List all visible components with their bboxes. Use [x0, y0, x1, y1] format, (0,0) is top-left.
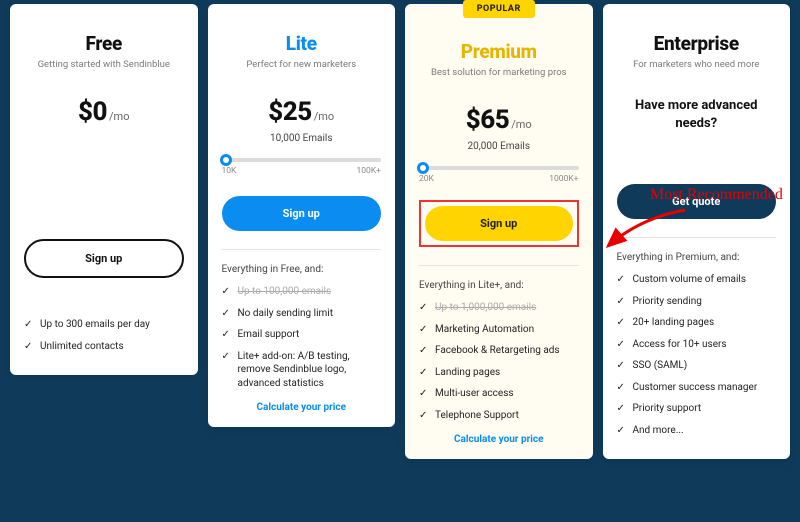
- plan-title: Premium: [419, 40, 579, 63]
- spacer: [24, 127, 184, 219]
- annotation-arrow-icon: [600, 208, 690, 258]
- feature-list: Up to 100,000 emails No daily sending li…: [222, 285, 382, 390]
- email-slider[interactable]: 10K 100K+: [222, 158, 382, 176]
- feature-item: Up to 300 emails per day: [24, 318, 184, 332]
- slider-max: 1000K+: [549, 174, 578, 184]
- feature-item: No daily sending limit: [222, 307, 382, 321]
- slider-labels: 20K 1000K+: [419, 174, 579, 184]
- feature-item: Priority sending: [617, 295, 777, 309]
- plan-subtitle: For marketers who need more: [617, 59, 777, 71]
- email-count: 10,000 Emails: [222, 133, 382, 144]
- price-row: $0/mo: [24, 97, 184, 127]
- email-slider[interactable]: 20K 1000K+: [419, 166, 579, 184]
- price-amount: $65: [466, 105, 509, 135]
- highlight-box: Sign up: [419, 200, 579, 247]
- feature-item: Custom volume of emails: [617, 273, 777, 287]
- plan-card-premium: POPULAR Premium Best solution for market…: [405, 4, 593, 459]
- feature-item: Marketing Automation: [419, 323, 579, 337]
- slider-thumb[interactable]: [417, 162, 429, 174]
- price-period: /mo: [314, 110, 334, 123]
- price-row: $65/mo: [419, 105, 579, 135]
- plan-title: Lite: [222, 32, 382, 55]
- feature-item-struck: Up to 1,000,000 emails: [419, 301, 579, 315]
- spacer: [617, 132, 777, 138]
- feature-item: Multi-user access: [419, 387, 579, 401]
- section-header: Everything in Lite+, and:: [419, 265, 579, 291]
- plan-card-free: Free Getting started with Sendinblue $0/…: [10, 4, 198, 375]
- feature-list: Custom volume of emails Priority sending…: [617, 273, 777, 437]
- price-period: /mo: [109, 110, 129, 123]
- feature-item: Unlimited contacts: [24, 340, 184, 354]
- feature-item: And more...: [617, 424, 777, 438]
- plan-subtitle: Perfect for new marketers: [222, 59, 382, 71]
- price-amount: $25: [268, 97, 311, 127]
- feature-item: Priority support: [617, 402, 777, 416]
- signup-button-free[interactable]: Sign up: [24, 239, 184, 278]
- feature-list: Up to 300 emails per day Unlimited conta…: [24, 318, 184, 353]
- price-amount: $0: [78, 97, 107, 127]
- pricing-page: Free Getting started with Sendinblue $0/…: [0, 0, 800, 522]
- calculate-price-link[interactable]: Calculate your price: [222, 402, 382, 413]
- signup-button-lite[interactable]: Sign up: [222, 196, 382, 231]
- plan-title: Enterprise: [617, 32, 777, 55]
- section-header: Everything in Free, and:: [222, 249, 382, 275]
- signup-button-premium[interactable]: Sign up: [425, 206, 573, 241]
- slider-thumb[interactable]: [220, 154, 232, 166]
- plan-subtitle: Getting started with Sendinblue: [24, 59, 184, 71]
- feature-item-struck: Up to 100,000 emails: [222, 285, 382, 299]
- feature-item: 20+ landing pages: [617, 316, 777, 330]
- slider-min: 10K: [222, 166, 237, 176]
- feature-item: Access for 10+ users: [617, 338, 777, 352]
- popular-badge: POPULAR: [463, 0, 535, 18]
- plan-title: Free: [24, 32, 184, 55]
- enterprise-question: Have more advanced needs?: [617, 97, 777, 132]
- feature-item: Landing pages: [419, 366, 579, 380]
- feature-item: SSO (SAML): [617, 359, 777, 373]
- slider-min: 20K: [419, 174, 434, 184]
- slider-max: 100K+: [357, 166, 382, 176]
- plan-card-lite: Lite Perfect for new marketers $25/mo 10…: [208, 4, 396, 427]
- feature-item: Facebook & Retargeting ads: [419, 344, 579, 358]
- feature-item: Lite+ add-on: A/B testing, remove Sendin…: [222, 350, 382, 391]
- plan-subtitle: Best solution for marketing pros: [419, 67, 579, 79]
- price-row: $25/mo: [222, 97, 382, 127]
- feature-item: Telephone Support: [419, 409, 579, 423]
- price-period: /mo: [511, 118, 531, 131]
- feature-item: Customer success manager: [617, 381, 777, 395]
- feature-list: Up to 1,000,000 emails Marketing Automat…: [419, 301, 579, 422]
- calculate-price-link[interactable]: Calculate your price: [419, 434, 579, 445]
- email-count: 20,000 Emails: [419, 141, 579, 152]
- slider-labels: 10K 100K+: [222, 166, 382, 176]
- slider-track: [222, 158, 382, 162]
- feature-item: Email support: [222, 328, 382, 342]
- annotation-text: Most Recommended: [650, 186, 783, 204]
- slider-track: [419, 166, 579, 170]
